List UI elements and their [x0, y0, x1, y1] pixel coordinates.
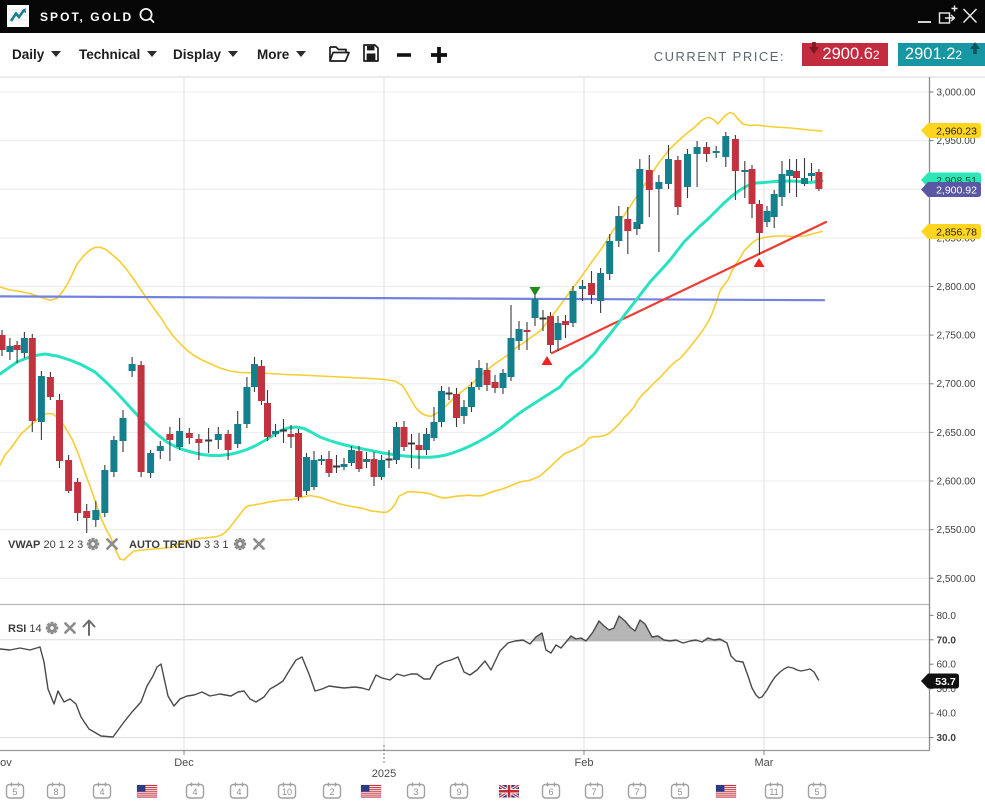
svg-text:30.0: 30.0	[937, 733, 957, 744]
svg-text:3: 3	[413, 787, 418, 797]
svg-text:5: 5	[677, 787, 682, 797]
svg-text:6: 6	[548, 787, 553, 797]
svg-text:RSI 14: RSI 14	[8, 623, 42, 635]
svg-text:2,700.00: 2,700.00	[937, 379, 976, 390]
svg-text:2025: 2025	[372, 768, 396, 780]
svg-text:Nov: Nov	[0, 757, 12, 769]
svg-text:3,000.00: 3,000.00	[937, 88, 976, 99]
svg-text:53.7: 53.7	[935, 676, 956, 688]
svg-text:7: 7	[634, 787, 639, 797]
svg-text:8: 8	[53, 787, 58, 797]
svg-text:4: 4	[236, 787, 241, 797]
svg-text:2,800.00: 2,800.00	[937, 282, 976, 293]
svg-text:80.0: 80.0	[937, 611, 957, 622]
svg-text:40.0: 40.0	[937, 709, 957, 720]
svg-text:2,650.00: 2,650.00	[937, 428, 976, 439]
svg-text:Feb: Feb	[575, 757, 594, 769]
svg-text:Mar: Mar	[755, 757, 774, 769]
svg-text:2,960.23: 2,960.23	[936, 125, 977, 137]
svg-text:10: 10	[282, 787, 292, 797]
svg-text:4: 4	[192, 787, 197, 797]
svg-text:4: 4	[99, 787, 104, 797]
svg-text:70.0: 70.0	[937, 635, 957, 646]
svg-text:11: 11	[769, 787, 778, 797]
svg-text:Dec: Dec	[174, 757, 194, 769]
svg-text:60.0: 60.0	[937, 660, 957, 671]
svg-text:VWAP 20 1 2 3: VWAP 20 1 2 3	[8, 539, 83, 551]
svg-text:5: 5	[814, 787, 819, 797]
svg-text:5: 5	[12, 787, 17, 797]
svg-text:7: 7	[591, 787, 596, 797]
svg-text:2,900.92: 2,900.92	[936, 184, 977, 196]
svg-text:2: 2	[329, 787, 334, 797]
svg-text:2,500.00: 2,500.00	[937, 574, 976, 585]
svg-text:9: 9	[456, 787, 461, 797]
svg-text:2,600.00: 2,600.00	[937, 477, 976, 488]
svg-text:2,856.78: 2,856.78	[936, 226, 977, 238]
svg-text:2,750.00: 2,750.00	[937, 331, 976, 342]
svg-text:AUTO TREND 3 3 1: AUTO TREND 3 3 1	[129, 539, 228, 551]
svg-text:2,550.00: 2,550.00	[937, 525, 976, 536]
